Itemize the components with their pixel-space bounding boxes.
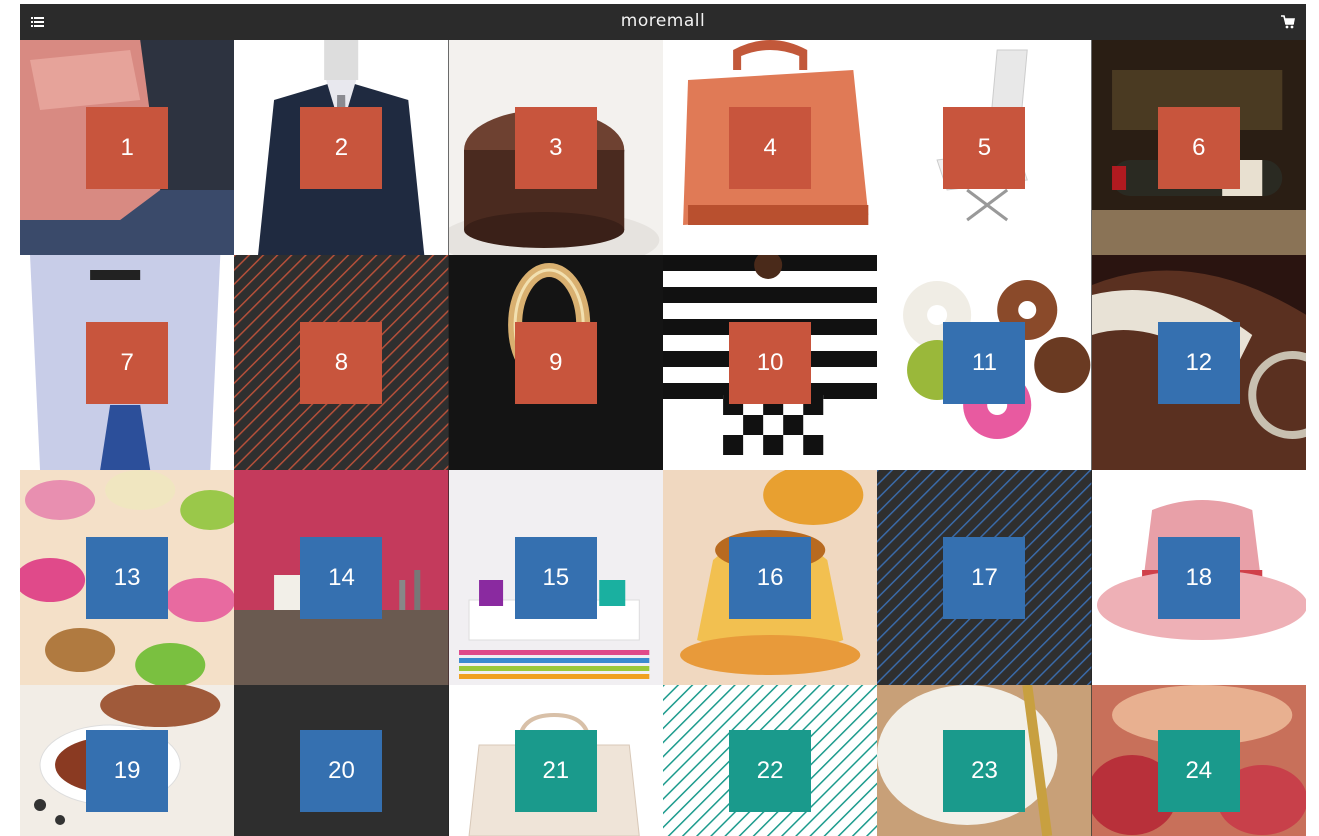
tile-19[interactable]: 19 bbox=[20, 685, 235, 836]
tile-5[interactable]: 5 bbox=[877, 40, 1092, 255]
tile-number-badge: 9 bbox=[514, 321, 597, 404]
tile-number-badge: 10 bbox=[729, 321, 812, 404]
tile-10[interactable]: 10 bbox=[662, 255, 878, 470]
tile-number-badge: 6 bbox=[1157, 106, 1240, 189]
tile-22[interactable]: R G 22 bbox=[662, 685, 878, 836]
tile-number-badge: 8 bbox=[300, 321, 383, 404]
tile-number-badge: 15 bbox=[514, 536, 597, 619]
tile-number-badge: 11 bbox=[943, 321, 1026, 404]
tile-number-badge: 5 bbox=[943, 106, 1026, 189]
tile-number-badge: 22 bbox=[729, 730, 812, 812]
tile-number-badge: 3 bbox=[514, 106, 597, 189]
tile-21[interactable]: 21 bbox=[448, 685, 663, 836]
tile-8[interactable]: 8 bbox=[234, 255, 449, 470]
tile-17[interactable]: 17 bbox=[877, 470, 1092, 685]
tile-6[interactable]: 6 bbox=[1091, 40, 1306, 255]
tile-14[interactable]: 14 bbox=[234, 470, 449, 685]
tile-number-badge: 24 bbox=[1157, 730, 1240, 812]
tile-number-badge: 23 bbox=[943, 730, 1026, 812]
tile-number-badge: 7 bbox=[86, 321, 169, 404]
tile-number-badge: 19 bbox=[86, 730, 169, 812]
tile-15[interactable]: 15 bbox=[448, 470, 663, 685]
tile-9[interactable]: 9 bbox=[448, 255, 663, 470]
tile-4[interactable]: 4 bbox=[662, 40, 878, 255]
tile-number-badge: 20 bbox=[300, 730, 383, 812]
tile-23[interactable]: 23 bbox=[877, 685, 1092, 836]
cart-icon[interactable] bbox=[1280, 14, 1296, 30]
tile-number-badge: 13 bbox=[86, 536, 169, 619]
tile-11[interactable]: 11 bbox=[877, 255, 1092, 470]
site-logo[interactable]: moremall bbox=[20, 11, 1306, 31]
tile-number-badge: 17 bbox=[943, 536, 1026, 619]
tile-16[interactable]: 16 bbox=[662, 470, 878, 685]
tile-13[interactable]: 13 bbox=[20, 470, 235, 685]
tile-number-badge: 4 bbox=[729, 106, 812, 189]
tile-number-badge: 14 bbox=[300, 536, 383, 619]
tile-number-badge: 12 bbox=[1157, 321, 1240, 404]
tile-7[interactable]: 7 bbox=[20, 255, 235, 470]
tile-12[interactable]: 12 bbox=[1091, 255, 1306, 470]
tile-number-badge: 2 bbox=[300, 106, 383, 189]
tile-1[interactable]: 1 bbox=[20, 40, 235, 255]
app-frame: moremall 1 2 3 4 5 6 7 8 9 10 11 12 13 1… bbox=[20, 4, 1306, 836]
tile-24[interactable]: 24 bbox=[1091, 685, 1306, 836]
tile-number-badge: 21 bbox=[514, 730, 597, 812]
tile-number-badge: 16 bbox=[729, 536, 812, 619]
tile-number-badge: 18 bbox=[1157, 536, 1240, 619]
tile-2[interactable]: 2 bbox=[234, 40, 449, 255]
tile-20[interactable]: 20 bbox=[234, 685, 449, 836]
product-grid: 1 2 3 4 5 6 7 8 9 10 11 12 13 14 15 16 1… bbox=[20, 40, 1306, 836]
tile-number-badge: 1 bbox=[86, 106, 169, 189]
tile-18[interactable]: 18 bbox=[1091, 470, 1306, 685]
top-bar: moremall bbox=[20, 4, 1306, 40]
tile-3[interactable]: 3 bbox=[448, 40, 663, 255]
